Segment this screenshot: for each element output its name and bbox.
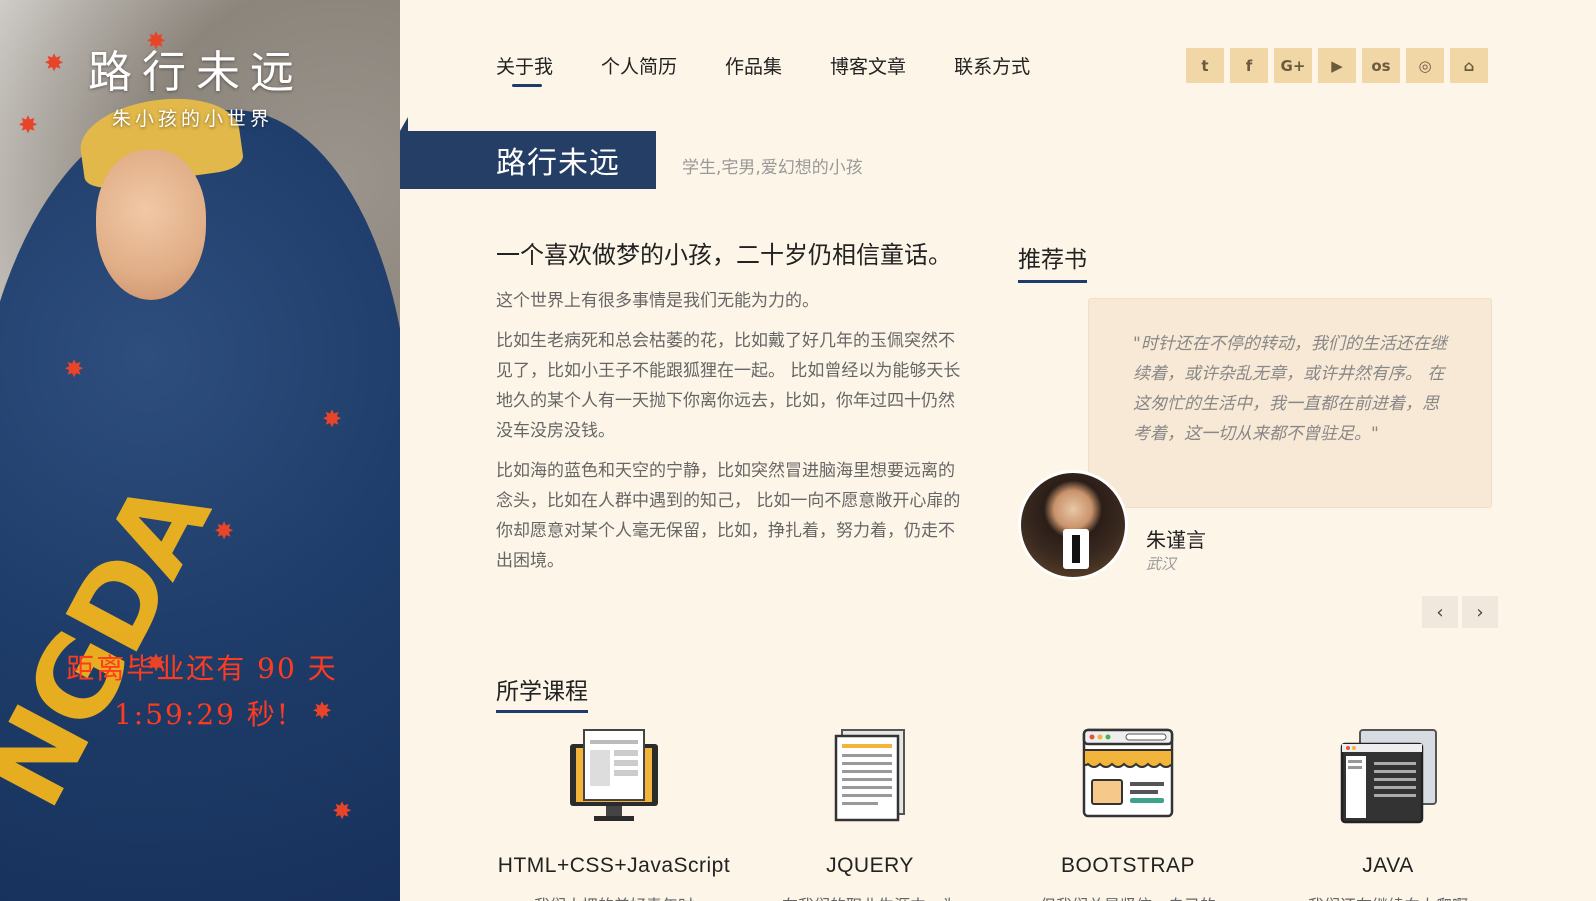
course-name: JQUERY — [826, 854, 914, 877]
course-name: BOOTSTRAP — [1060, 854, 1196, 877]
books-heading: 推荐书 — [1018, 240, 1087, 283]
intro-paragraph: 比如海的蓝色和天空的宁静，比如突然冒进脑海里想要远离的念头，比如在人群中遇到的知… — [496, 461, 961, 571]
monitor-icon — [570, 729, 658, 821]
nav-resume[interactable]: 个人简历 — [601, 52, 677, 85]
google-plus-icon[interactable]: G+ — [1274, 48, 1312, 83]
youtube-icon[interactable]: ▶ — [1318, 48, 1356, 83]
author-name: 朱谨言 — [1146, 528, 1206, 552]
intro-heading: 一个喜欢做梦的小孩，二十岁仍相信童话。 — [496, 241, 952, 269]
main-nav: 关于我 个人简历 作品集 博客文章 联系方式 — [496, 52, 1078, 87]
hero-photo-panel: NGDA ✸ ✸ ✸ ✸ ✸ ✸ ✸ ✸ ✸ 路行未远 朱小孩的小世界 距离毕业… — [0, 0, 400, 901]
chevron-left-icon[interactable]: ‹ — [1422, 596, 1458, 628]
site-tagline: 朱小孩的小世界 — [112, 108, 274, 130]
document-icon — [834, 729, 905, 822]
countdown-time: 1:59:29 秒! — [113, 698, 291, 731]
maple-leaf-icon: ✸ — [44, 49, 65, 77]
intro-paragraph: 这个世界上有很多事情是我们无能为力的。 — [496, 291, 819, 311]
course-card[interactable]: JAVA 我们还在继续向上爬啊 — [1258, 726, 1518, 901]
nav-blog[interactable]: 博客文章 — [830, 52, 906, 85]
countdown-days: 距离毕业还有 90 天 — [66, 652, 338, 685]
lastfm-icon[interactable]: os — [1362, 48, 1400, 83]
course-card[interactable]: BOOTSTRAP 但我们总是坚信，自己的 — [998, 726, 1258, 901]
book-quote: "时针还在不停的转动，我们的生活还在继续着，或许杂乱无章，或许井然有序。 在这匆… — [1088, 298, 1492, 508]
maple-leaf-icon: ✸ — [18, 111, 39, 139]
maple-leaf-icon: ✸ — [64, 355, 85, 383]
storefront-icon — [1082, 728, 1174, 818]
intro-paragraph: 比如生老病死和总会枯萎的花，比如戴了好几年的玉佩突然不见了，比如小王子不能跟狐狸… — [496, 331, 961, 441]
intro-section: 一个喜欢做梦的小孩，二十岁仍相信童话。 这个世界上有很多事情是我们无能为力的。 … — [496, 238, 970, 586]
author-location: 武汉 — [1146, 555, 1177, 573]
page-subtitle: 学生,宅男,爱幻想的小孩 — [682, 158, 863, 178]
course-desc: 在我们的职业生涯中，为 — [740, 892, 1000, 901]
facebook-icon[interactable]: f — [1230, 48, 1268, 83]
windows-icon — [1340, 729, 1437, 824]
course-name: JAVA — [1362, 854, 1414, 877]
graduation-countdown: 距离毕业还有 90 天 1:59:29 秒! — [42, 646, 362, 738]
author-avatar — [1018, 470, 1128, 580]
nav-contact[interactable]: 联系方式 — [954, 52, 1030, 85]
nav-about[interactable]: 关于我 — [496, 52, 553, 87]
chevron-right-icon[interactable]: › — [1462, 596, 1498, 628]
site-logo[interactable]: 路行未远 — [88, 36, 304, 100]
maple-leaf-icon: ✸ — [332, 797, 353, 825]
course-desc: 但我们总是坚信，自己的 — [998, 892, 1258, 901]
course-card[interactable]: JQUERY 在我们的职业生涯中，为 — [740, 726, 1000, 901]
course-desc: 我们大把的美好青年时 — [484, 892, 744, 901]
carousel-controls: ‹ › — [1422, 596, 1498, 628]
dribbble-icon[interactable]: ◎ — [1406, 48, 1444, 83]
maple-leaf-icon: ✸ — [322, 405, 343, 433]
nav-portfolio[interactable]: 作品集 — [725, 52, 782, 85]
maple-leaf-icon: ✸ — [214, 517, 235, 545]
course-card[interactable]: HTML+CSS+JavaScript 我们大把的美好青年时 — [484, 726, 744, 901]
course-name: HTML+CSS+JavaScript — [497, 854, 731, 877]
bus-icon[interactable]: ⌂ — [1450, 48, 1488, 83]
course-desc: 我们还在继续向上爬啊 — [1258, 892, 1518, 901]
page-title: 路行未远 — [400, 117, 656, 189]
face-figure — [96, 150, 206, 300]
courses-heading: 所学课程 — [496, 672, 588, 713]
twitter-icon[interactable]: t — [1186, 48, 1224, 83]
social-links: t f G+ ▶ os ◎ ⌂ — [1186, 48, 1488, 83]
